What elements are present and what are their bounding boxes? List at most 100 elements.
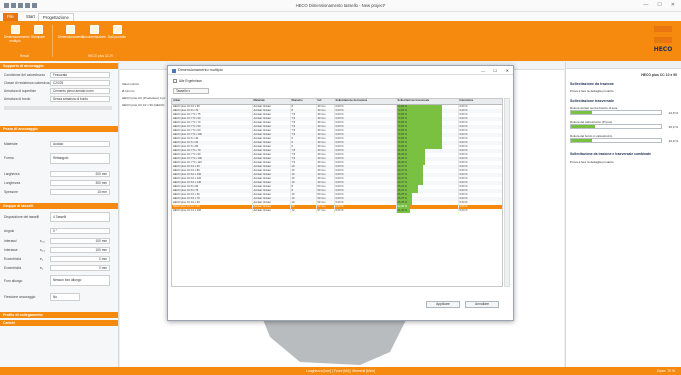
logo-bar — [654, 26, 672, 32]
multi-dimensioning-button[interactable]: Dimensionamento multiplo — [4, 25, 30, 43]
concrete-class-select[interactable]: C20/25 — [50, 80, 110, 86]
combined-title: Sollecitazione da trazione e trasversale… — [570, 152, 652, 156]
table-cell: 21,39 % — [396, 208, 459, 213]
dialog-maximize-button[interactable]: ☐ — [493, 68, 497, 73]
section-header-fixture[interactable]: Pezzo di ancoraggio — [0, 126, 118, 132]
utilization-value: 74,83 % — [397, 124, 408, 128]
thickness-input[interactable]: 10 mm — [50, 189, 110, 195]
spacing-s1-input[interactable]: 100 mm — [50, 238, 110, 244]
shear-title: Sollecitazione trasversale — [570, 99, 614, 103]
print-button[interactable]: Stampare — [27, 25, 49, 40]
status-units: Lunghezza [mm] | Forze [kN] | Momenti [k… — [305, 369, 376, 373]
table-cell: 0,00 % — [334, 208, 397, 213]
shear-progress-bar — [570, 110, 662, 115]
chevron-down-icon: ▾ — [187, 89, 191, 93]
left-properties-pane: Supporto di ancoraggio Condizione del ca… — [0, 62, 119, 367]
minimize-button[interactable]: — — [643, 2, 648, 8]
scrollbar[interactable] — [4, 106, 112, 110]
field-label: Eccentricità — [4, 266, 22, 270]
utilization-value: 25,78 % — [397, 196, 408, 200]
ribbon-tabs: File Start Progettazione — [0, 12, 681, 21]
zoom-level[interactable]: Zoom: 70 % — [657, 369, 675, 373]
title-bar: HECO Dimensionamento tassello - New proj… — [0, 0, 681, 12]
section-header-support[interactable]: Supporto di ancoraggio — [0, 63, 118, 69]
results-table-container: Anker Materiale Diametro hef Sollecitazione … — [171, 98, 503, 287]
utilization-value: 25,78 % — [397, 192, 408, 196]
section-header-edge[interactable]: Profilo di collegamento — [0, 312, 118, 318]
product-data-button[interactable]: Dati prodotto — [106, 25, 128, 40]
results-pane: HECO plus CC 10 x 90 Sollecitazione da t… — [565, 62, 681, 367]
close-button[interactable]: ✕ — [671, 2, 675, 8]
cancel-button[interactable]: Annullare — [465, 301, 499, 308]
checkbox-label: Alle Ergebnisse — [179, 79, 202, 83]
document-icon — [89, 25, 99, 34]
document-icon — [65, 25, 75, 34]
table-cell: 57 mm — [316, 208, 335, 213]
field-label: Forma — [4, 156, 14, 160]
utilization-value: 46,39 % — [397, 148, 408, 152]
window-controls[interactable]: — ☐ ✕ — [643, 2, 675, 8]
table-body: HECO plus CC 10 x 90 Acciaio zincato 8 30 m… — [172, 104, 502, 213]
ribbon-separator — [52, 25, 53, 57]
field-label: Lunghezza — [4, 181, 21, 185]
progress-fill — [571, 139, 592, 142]
shape-select[interactable]: Rettangolo — [50, 153, 110, 164]
table-row[interactable]: HECO plus CC 12 x 100 Acciaio zincato 12 57… — [172, 208, 502, 213]
dialog-minimize-button[interactable]: — — [481, 68, 485, 73]
width-input[interactable]: 200 mm — [50, 171, 110, 177]
all-results-checkbox[interactable] — [173, 79, 177, 83]
edge-reinforcement-select[interactable]: Senza armatura di bordo — [50, 96, 110, 102]
tab-progettazione[interactable]: Progettazione — [38, 13, 74, 21]
utilization-value: 43,47 % — [397, 176, 408, 180]
filter-dropdown[interactable]: Tassello ▾ — [173, 88, 209, 94]
utilization-value: 43,47 % — [397, 164, 408, 168]
utilization-value: 43,47 % — [397, 180, 408, 184]
progress-fill — [571, 125, 596, 128]
utilization-value: 43,47 % — [397, 172, 408, 176]
slotted-hole-select[interactable]: Nessun foro allungo — [50, 275, 110, 286]
eccentricity-e2-input[interactable]: 0 mm — [50, 265, 110, 271]
utilization-value: 74,83 % — [397, 112, 408, 116]
anchor-bending-toggle[interactable]: No — [50, 293, 80, 301]
length-input[interactable]: 300 mm — [50, 180, 110, 186]
grid-icon — [10, 25, 20, 34]
logo-bar — [654, 37, 672, 43]
tab-file[interactable]: File — [3, 13, 18, 21]
field-label: Eccentricità — [4, 257, 22, 261]
utilization-value: 74,83 % — [397, 116, 408, 120]
apply-button[interactable]: Applicare — [426, 301, 460, 308]
documentation-button[interactable]: Documentazione — [82, 25, 106, 40]
ribbon: Dimensionamento multiplo Stampare Dimens… — [0, 21, 681, 61]
eccentricity-e1-input[interactable]: 0 mm — [50, 256, 110, 262]
field-sublabel: s₂,₁ — [40, 248, 45, 252]
results-pane-header — [566, 62, 681, 69]
concrete-condition-select[interactable]: Fessurato — [50, 72, 110, 78]
table-cell: 0,00 % — [458, 208, 502, 213]
tab-start[interactable]: Start — [22, 13, 39, 21]
utilization-value: 43,47 % — [397, 168, 408, 172]
field-label: Spessore — [4, 190, 18, 194]
ribbon-label: Dati prodotto — [107, 35, 127, 39]
field-sublabel: e₁ — [40, 257, 43, 261]
field-label: Flessione ancoraggio — [4, 295, 36, 299]
field-label: Materiale — [4, 142, 18, 146]
utilization-value: 74,83 % — [397, 128, 408, 132]
dialog-close-button[interactable]: ✕ — [506, 68, 509, 73]
dowel-arrangement-select[interactable]: 4 Tasselli — [50, 212, 110, 222]
angle-input[interactable]: 0 ° — [50, 228, 110, 234]
table-scrollbar[interactable] — [504, 98, 510, 287]
dimensioning-button[interactable]: Dimensionamento — [58, 25, 84, 40]
product-name: HECO plus CC 10 x 90 — [641, 73, 677, 77]
maximize-button[interactable]: ☐ — [657, 2, 661, 8]
section-header-loads[interactable]: Carichi — [0, 320, 118, 326]
dialog-titlebar: Dimensionamento multiplo — ☐ ✕ — [168, 66, 513, 75]
surface-reinforcement-select[interactable]: Cemento pieno armato norm — [50, 88, 110, 94]
spacing-s2-input[interactable]: 100 mm — [50, 247, 110, 253]
utilization-value: 74,83 % — [397, 136, 408, 140]
utilization-value: 74,83 % — [397, 120, 408, 124]
section-header-dowels[interactable]: Gruppo di tasselli — [0, 203, 118, 209]
utilization-value: 74,83 % — [397, 104, 408, 108]
utilization-value: 35,33 % — [397, 184, 408, 188]
material-select[interactable]: Acciaio — [50, 141, 110, 147]
table-cell: HECO plus CC 12 x 100 — [172, 208, 253, 213]
